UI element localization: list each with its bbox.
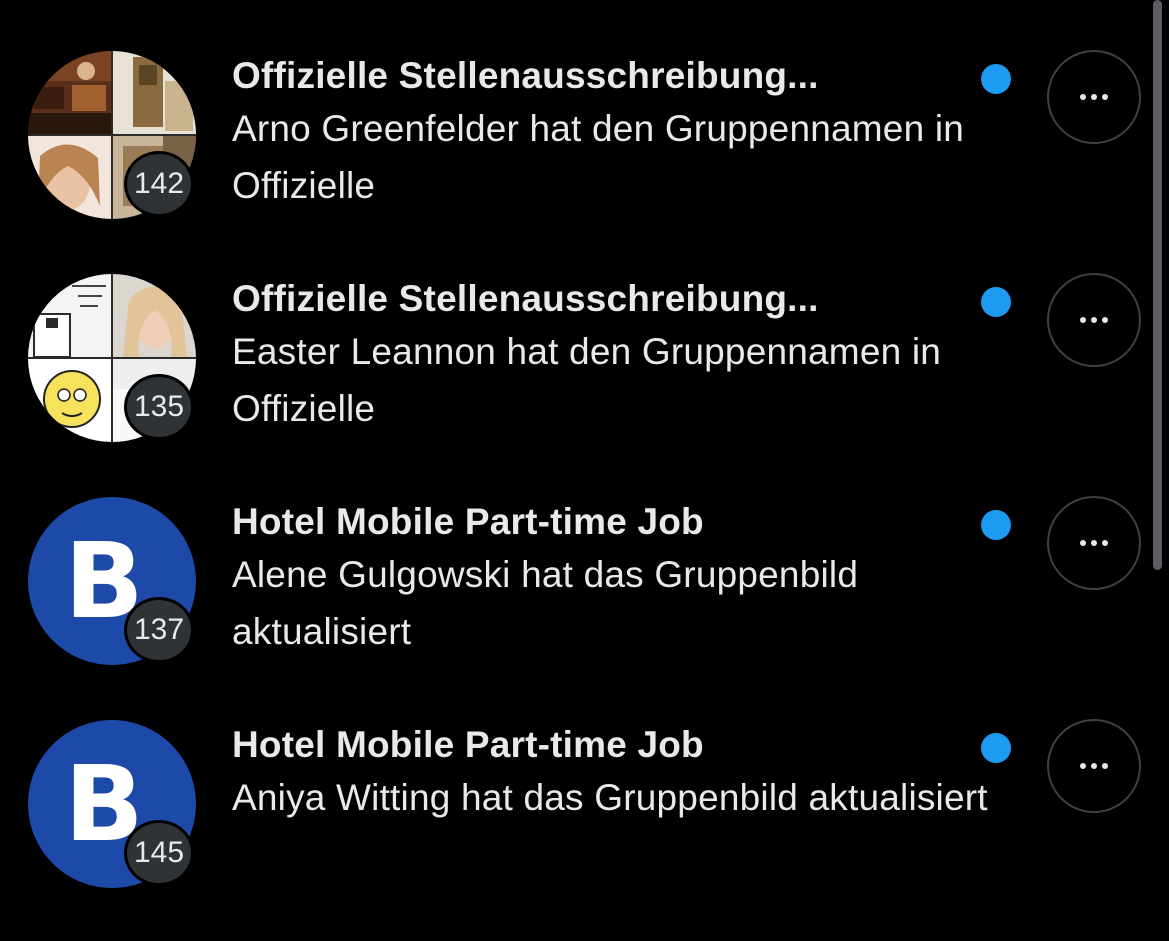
unread-indicator xyxy=(981,733,1011,763)
collage-photo xyxy=(113,51,196,134)
conversation-preview: Arno Greenfelder hat den Gruppennamen in… xyxy=(232,108,965,206)
unread-indicator xyxy=(981,64,1011,94)
unread-indicator xyxy=(981,287,1011,317)
conversation-title: Hotel Mobile Part-time Job xyxy=(232,724,704,765)
collage-photo xyxy=(28,359,111,442)
participant-count-badge: 145 xyxy=(124,820,194,886)
group-avatar: 135 xyxy=(28,274,196,442)
collage-photo xyxy=(113,274,196,357)
conversation-title: Hotel Mobile Part-time Job xyxy=(232,501,704,542)
participant-count-badge: 137 xyxy=(124,597,194,663)
collage-photo xyxy=(28,136,111,219)
conversation-preview: Easter Leannon hat den Gruppennamen in O… xyxy=(232,331,942,429)
more-options-button[interactable] xyxy=(1047,496,1141,590)
collage-photo xyxy=(28,274,111,357)
more-options-button[interactable] xyxy=(1047,273,1141,367)
group-avatar: 142 xyxy=(28,51,196,219)
conversation-preview: Alene Gulgowski hat das Gruppenbild aktu… xyxy=(232,554,859,652)
participant-count-badge: 135 xyxy=(124,374,194,440)
conversation-text: Hotel Mobile Part-time Job Alene Gulgows… xyxy=(232,498,992,660)
unread-indicator xyxy=(981,510,1011,540)
group-avatar: B 145 xyxy=(28,720,196,888)
conversation-title: Offizielle Stellenausschreibung... xyxy=(232,278,819,319)
scrollbar[interactable] xyxy=(1153,0,1162,570)
conversation-row[interactable]: B 145 Hotel Mobile Part-time Job Aniya W… xyxy=(0,669,1150,892)
conversation-text: Offizielle Stellenausschreibung... Easte… xyxy=(232,275,992,437)
more-horizontal-icon xyxy=(1080,317,1086,323)
conversation-row[interactable]: 135 Offizielle Stellenausschreibung... E… xyxy=(0,223,1150,446)
conversation-row[interactable]: B 137 Hotel Mobile Part-time Job Alene G… xyxy=(0,446,1150,669)
conversation-title: Offizielle Stellenausschreibung... xyxy=(232,55,819,96)
participant-count-badge: 142 xyxy=(124,151,194,217)
collage-photo xyxy=(28,51,111,134)
more-horizontal-icon xyxy=(1080,540,1086,546)
more-horizontal-icon xyxy=(1080,763,1086,769)
conversation-list: 142 Offizielle Stellenausschreibung... A… xyxy=(0,0,1169,941)
more-options-button[interactable] xyxy=(1047,719,1141,813)
conversation-text: Offizielle Stellenausschreibung... Arno … xyxy=(232,52,992,214)
more-horizontal-icon xyxy=(1080,94,1086,100)
more-options-button[interactable] xyxy=(1047,50,1141,144)
group-avatar: B 137 xyxy=(28,497,196,665)
conversation-preview: Aniya Witting hat das Gruppenbild aktual… xyxy=(232,777,988,818)
conversation-text: Hotel Mobile Part-time Job Aniya Witting… xyxy=(232,721,992,826)
conversation-row[interactable]: 142 Offizielle Stellenausschreibung... A… xyxy=(0,0,1150,223)
